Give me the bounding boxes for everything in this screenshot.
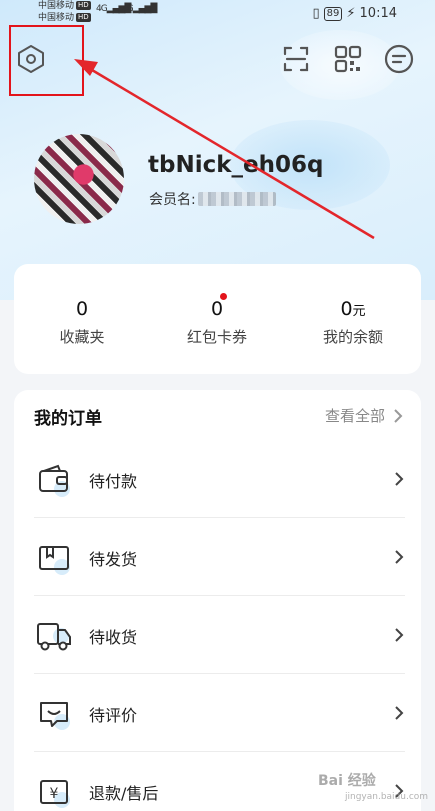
battery-icon: 89 [323,6,343,21]
blurred-member-name [197,192,276,206]
order-row-pending-receipt[interactable]: 待收货 [34,596,405,674]
status-bar: 中国移动 HD 中国移动 HD 4G▂▄▆█ 4G▂▄▆█ ▯ 89 ⚡ 10:14 [0,0,435,28]
order-row-pending-payment[interactable]: 待付款 [34,440,405,518]
orders-title: 我的订单 [34,409,102,429]
member-name: 会员名: [149,189,276,209]
wallet-icon [39,464,70,497]
package-icon [39,546,70,575]
qrcode-icon[interactable] [331,42,365,76]
avatar[interactable] [34,134,124,224]
svg-text:¥: ¥ [50,786,59,802]
chevron-right-icon [395,706,404,720]
charging-icon: ⚡ [346,6,356,21]
carrier-1: 中国移动 HD [38,1,91,11]
watermark: Bai 经验 [318,773,376,789]
clock: 10:14 [359,6,397,21]
message-icon[interactable] [382,42,416,76]
stat-balance[interactable]: 0元 我的余额 [293,298,413,347]
chevron-right-icon [395,472,404,486]
status-right: ▯ 89 ⚡ 10:14 [313,6,398,21]
watermark-sub: jingyan.baidu.com [345,792,429,802]
refund-icon: ¥ [40,780,70,808]
chevron-right-icon [395,628,404,642]
comment-icon [40,702,70,730]
view-all-link[interactable]: 查看全部 [325,405,403,426]
signal-icon: 4G▂▄▆█ [122,4,157,14]
chevron-right-icon [394,408,403,423]
notification-dot [220,293,227,300]
stat-favorites[interactable]: 0 收藏夹 [22,298,142,347]
vibrate-icon: ▯ [312,6,320,21]
annotation-highlight-box [9,25,84,96]
order-row-pending-review[interactable]: 待评价 [34,674,405,752]
orders-card: 我的订单 查看全部 待付款 待发货 待收货 待评价 ¥ 退款/售后 [14,390,421,811]
order-row-pending-shipment[interactable]: 待发货 [34,518,405,596]
carrier-2: 中国移动 HD [38,13,91,23]
stats-card: 0 收藏夹 0 红包卡券 0元 我的余额 [14,264,421,374]
truck-icon [37,623,71,651]
scan-icon[interactable] [279,42,313,76]
stat-coupons[interactable]: 0 红包卡券 [157,298,277,347]
chevron-right-icon [395,550,404,564]
username: tbNick_eh06q [148,152,324,178]
